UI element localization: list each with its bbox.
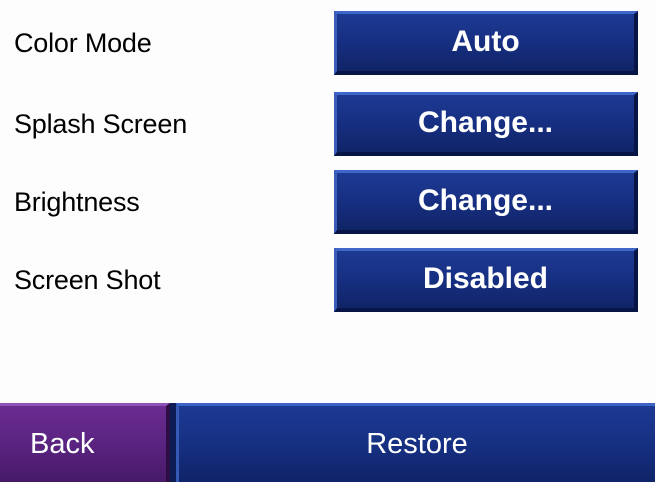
settings-row-screen-shot: Screen Shot Disabled	[0, 248, 655, 312]
brightness-label: Brightness	[14, 187, 140, 217]
settings-row-brightness: Brightness Change...	[0, 170, 655, 234]
display-settings-screen: Color Mode Auto Splash Screen Change... …	[0, 0, 655, 482]
restore-button[interactable]: Restore	[176, 403, 655, 482]
color-mode-label: Color Mode	[14, 28, 152, 58]
back-button[interactable]: Back	[0, 403, 170, 482]
color-mode-button[interactable]: Auto	[334, 11, 638, 75]
screen-shot-button[interactable]: Disabled	[334, 248, 638, 312]
settings-row-color-mode: Color Mode Auto	[0, 11, 655, 75]
settings-row-splash-screen: Splash Screen Change...	[0, 92, 655, 156]
brightness-change-button[interactable]: Change...	[334, 170, 638, 234]
splash-screen-change-button[interactable]: Change...	[334, 92, 638, 156]
splash-screen-label: Splash Screen	[14, 109, 188, 139]
screen-shot-label: Screen Shot	[14, 265, 161, 295]
bottom-bar: Back Restore	[0, 403, 655, 482]
